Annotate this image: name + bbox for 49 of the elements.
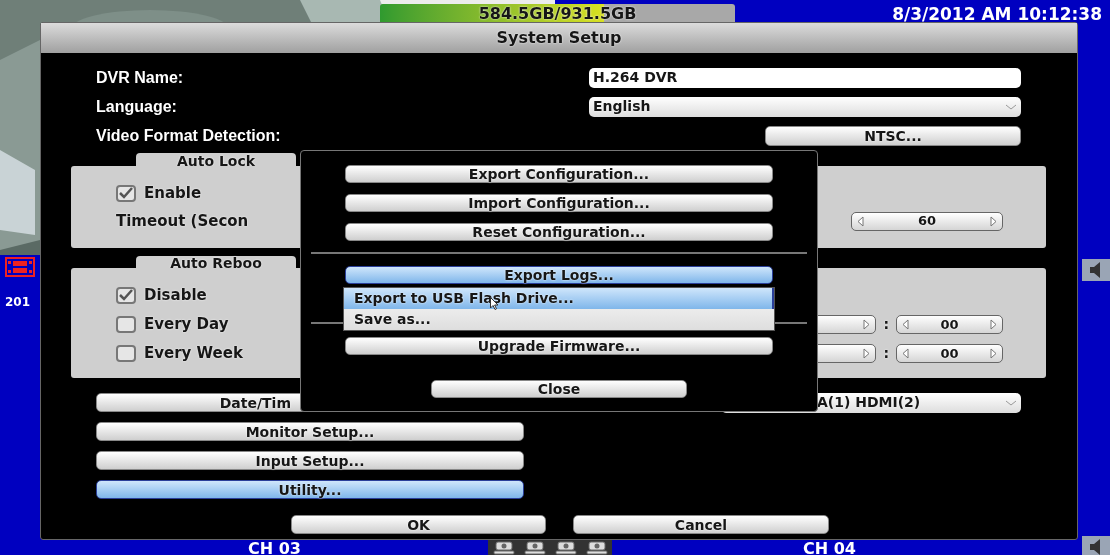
- ntsc-button[interactable]: NTSC...: [765, 125, 1021, 146]
- spinner-value: 60: [917, 212, 937, 231]
- camera-icon[interactable]: [553, 540, 578, 555]
- popup-button[interactable]: Import Configuration...: [345, 194, 773, 212]
- minute-spinner[interactable]: 00: [896, 344, 1003, 363]
- close-button[interactable]: Close: [431, 380, 687, 398]
- select-value: A(1) HDMI(2): [817, 393, 921, 412]
- popup-button[interactable]: Export Configuration...: [345, 165, 773, 183]
- option-label: Every Week: [144, 343, 243, 365]
- popup-button[interactable]: Upgrade Firmware...: [345, 337, 773, 355]
- dvr-name-field[interactable]: H.264 DVR: [589, 67, 1021, 88]
- camera-icon[interactable]: [584, 540, 609, 555]
- spinner-value: 00: [940, 344, 959, 363]
- option-label: Disable: [144, 285, 207, 307]
- channel-label: CH 04: [803, 538, 856, 555]
- timeout-spinner[interactable]: 60: [851, 211, 1003, 231]
- camera-icon[interactable]: [522, 540, 547, 555]
- popup-button[interactable]: Reset Configuration...: [345, 223, 773, 241]
- menu-button[interactable]: Utility...: [96, 480, 524, 499]
- timestamp-text: 201: [5, 294, 31, 311]
- date-time: 8/3/2012 AM 10:12:38: [892, 6, 1102, 23]
- popup-button[interactable]: Export Logs...: [345, 266, 773, 284]
- menu-button[interactable]: Input Setup...: [96, 451, 524, 470]
- option-label: Enable: [144, 182, 202, 204]
- option-label: Every Day: [144, 314, 229, 336]
- menu-button[interactable]: Monitor Setup...: [96, 422, 524, 441]
- field-label: DVR Name:: [96, 67, 184, 88]
- camera-icon[interactable]: [491, 540, 516, 555]
- checkbox[interactable]: [116, 184, 136, 202]
- time-separator: :: [882, 344, 890, 363]
- field-label: Video Format Detection:: [96, 125, 281, 146]
- film-icon[interactable]: [5, 257, 35, 277]
- dialog-title: System Setup: [496, 27, 622, 49]
- ok-button[interactable]: OK: [291, 515, 546, 534]
- channel-label: CH 03: [248, 538, 301, 555]
- cancel-button[interactable]: Cancel: [573, 515, 829, 534]
- speaker-icon[interactable]: [1082, 536, 1110, 555]
- timeout-label: Timeout (Secon: [116, 210, 249, 232]
- checkbox[interactable]: [116, 345, 136, 362]
- dropdown-item[interactable]: Save as...: [344, 309, 774, 330]
- language-select[interactable]: English: [589, 96, 1021, 117]
- minute-spinner[interactable]: 00: [896, 315, 1003, 334]
- checkbox[interactable]: [116, 316, 136, 333]
- speaker-icon[interactable]: [1082, 259, 1110, 281]
- checkbox[interactable]: [116, 287, 136, 304]
- time-separator: :: [882, 315, 890, 334]
- field-label: Language:: [96, 96, 177, 117]
- select-value: English: [593, 97, 651, 116]
- spinner-value: 00: [940, 315, 959, 334]
